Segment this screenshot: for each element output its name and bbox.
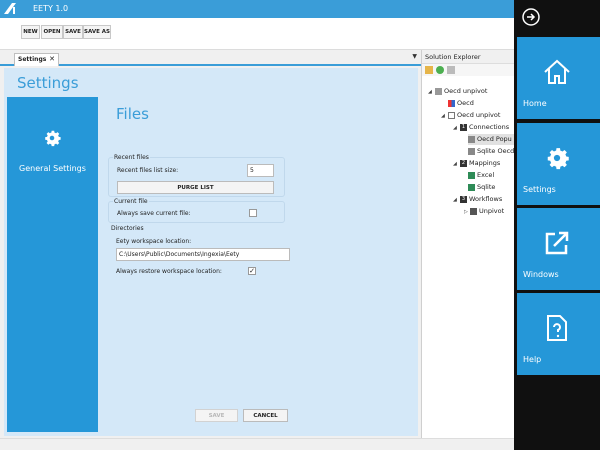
help-document-icon xyxy=(547,315,567,341)
restore-workspace-label: Always restore workspace location: xyxy=(116,268,222,275)
tree-node[interactable]: Oecd unpivot xyxy=(448,110,500,121)
workspace-location-input[interactable]: C:\Users\Public\Documents\Ingexia\Eety xyxy=(116,248,290,261)
recent-size-input[interactable]: 5 xyxy=(247,164,274,177)
tree-node[interactable]: Sqlite Oecd xyxy=(468,146,514,157)
document-area: Settings ✕ ▼ Settings General Settings F… xyxy=(0,50,421,438)
tree-node[interactable]: Oecd unpivot xyxy=(435,86,487,97)
solution-explorer: Solution Explorer ◢ Oecd unpivot Oecd ◢ … xyxy=(421,50,515,438)
tree-node[interactable]: Sqlite xyxy=(468,182,495,193)
status-bar xyxy=(0,438,514,450)
expand-toggle-icon[interactable]: ◢ xyxy=(428,89,432,95)
step-badge: 3 xyxy=(460,195,467,203)
purge-list-button[interactable]: PURGE LIST xyxy=(117,181,274,194)
workflow-icon xyxy=(470,207,477,215)
expand-toggle-icon[interactable]: ◢ xyxy=(453,197,457,203)
collapse-toggle-icon[interactable]: ▷ xyxy=(464,209,468,215)
settings-panel: Settings General Settings Files Recent f… xyxy=(4,68,418,436)
section-title: Files xyxy=(116,105,149,123)
dock-menu-icon[interactable]: ▼ xyxy=(412,53,417,60)
solution-explorer-header: Solution Explorer xyxy=(422,50,515,64)
gear-icon xyxy=(547,148,569,170)
tab-label: Settings xyxy=(18,56,47,63)
app-logo-icon xyxy=(4,3,16,14)
recent-size-label: Recent files list size: xyxy=(117,167,179,174)
files-settings: Files Recent files Recent files list siz… xyxy=(103,97,414,432)
gear-icon xyxy=(45,130,61,147)
properties-icon[interactable] xyxy=(447,66,455,74)
file-icon xyxy=(448,111,455,119)
toolbar: NEW OPEN SAVE SAVE AS xyxy=(0,18,514,50)
solution-toolbar xyxy=(422,64,515,76)
group-label: Current file xyxy=(113,198,149,205)
general-settings-tile[interactable]: General Settings xyxy=(7,97,98,432)
open-button[interactable]: OPEN xyxy=(41,25,63,39)
folder-icon[interactable] xyxy=(425,66,433,74)
tree-node[interactable]: Excel xyxy=(468,170,494,181)
tree-node[interactable]: 2 Mappings xyxy=(460,158,500,169)
windows-charm[interactable]: Windows xyxy=(517,208,600,290)
check-mark-icon: ✓ xyxy=(249,267,255,275)
connection-icon xyxy=(468,135,475,143)
settings-charm[interactable]: Settings xyxy=(517,123,600,205)
title-bar: EETY 1.0 xyxy=(0,0,514,18)
general-settings-label: General Settings xyxy=(19,164,86,173)
sqlite-icon xyxy=(468,183,475,191)
refresh-icon[interactable] xyxy=(436,66,444,74)
group-label: Recent files xyxy=(113,154,150,161)
tab-settings[interactable]: Settings ✕ xyxy=(14,53,59,66)
charms-bar: Home Settings Windows Help xyxy=(514,0,600,450)
project-icon xyxy=(448,99,455,107)
directories-group-label: Directories xyxy=(111,225,144,232)
step-badge: 2 xyxy=(460,159,467,167)
recent-files-group: Recent files Recent files list size: 5 P… xyxy=(108,154,285,197)
always-save-checkbox[interactable] xyxy=(249,209,257,217)
cancel-button[interactable]: CANCEL xyxy=(243,409,288,422)
save-as-button[interactable]: SAVE AS xyxy=(83,25,111,39)
settings-label: Settings xyxy=(523,185,556,194)
restore-workspace-checkbox[interactable]: ✓ xyxy=(248,267,256,275)
home-label: Home xyxy=(523,99,547,108)
window-title: EETY 1.0 xyxy=(33,4,69,13)
workspace-label: Eety workspace location: xyxy=(116,238,192,245)
tree-node[interactable]: Unpivot xyxy=(470,206,504,217)
current-file-group: Current file Always save current file: xyxy=(108,198,285,223)
save-settings-button[interactable]: SAVE xyxy=(195,409,238,422)
tab-strip: Settings ✕ ▼ xyxy=(0,50,421,66)
help-label: Help xyxy=(523,355,542,364)
expand-toggle-icon[interactable]: ◢ xyxy=(453,125,457,131)
save-button[interactable]: SAVE xyxy=(63,25,83,39)
windows-label: Windows xyxy=(523,270,559,279)
tree-node[interactable]: 3 Workflows xyxy=(460,194,502,205)
page-title: Settings xyxy=(17,74,79,92)
home-charm[interactable]: Home xyxy=(517,37,600,119)
close-icon[interactable]: ✕ xyxy=(49,54,55,65)
external-window-icon xyxy=(545,231,569,255)
help-charm[interactable]: Help xyxy=(517,293,600,375)
tree-node[interactable]: Oecd Popu xyxy=(468,134,515,145)
expand-toggle-icon[interactable]: ◢ xyxy=(441,113,445,119)
home-icon xyxy=(544,59,570,84)
step-badge: 1 xyxy=(460,123,467,131)
tree-node[interactable]: Oecd xyxy=(448,98,474,109)
solution-icon xyxy=(435,87,442,95)
expand-toggle-icon[interactable]: ◢ xyxy=(453,161,457,167)
solution-tree: ◢ Oecd unpivot Oecd ◢ Oecd unpivot ◢ 1 Co… xyxy=(422,76,515,436)
tree-node[interactable]: 1 Connections xyxy=(460,122,509,133)
always-save-label: Always save current file: xyxy=(117,210,191,217)
excel-icon xyxy=(468,171,475,179)
new-button[interactable]: NEW xyxy=(21,25,40,39)
back-arrow-icon[interactable] xyxy=(522,8,540,26)
connection-icon xyxy=(468,147,475,155)
